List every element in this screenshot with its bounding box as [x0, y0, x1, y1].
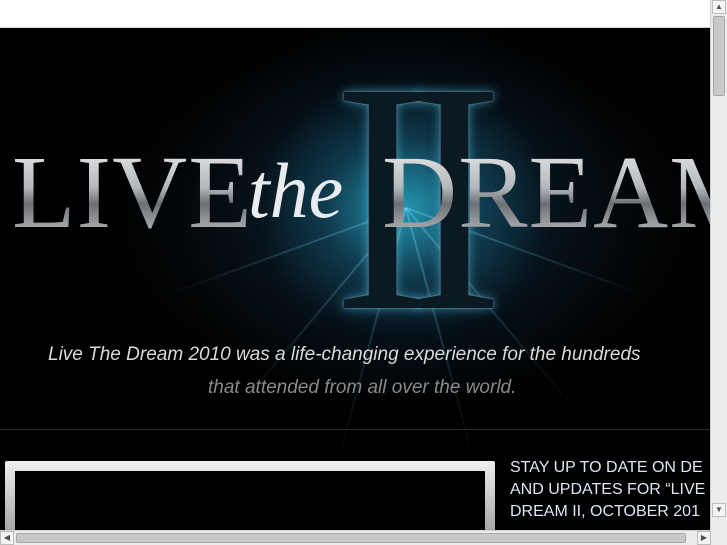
newsletter-promo: STAY UP TO DATE ON DE AND UPDATES FOR “L…	[503, 457, 711, 531]
title-word-the: the	[248, 147, 344, 234]
hero-banner: II LIVE the DREAM Live The Dream 2010 wa…	[0, 28, 711, 460]
video-player-screen[interactable]	[15, 471, 485, 531]
promo-line-1: STAY UP TO DATE ON DE	[510, 459, 703, 476]
scroll-left-icon[interactable]: ◀	[0, 531, 14, 545]
vertical-scroll-thumb[interactable]	[713, 16, 725, 96]
scroll-down-icon[interactable]: ▼	[712, 503, 726, 517]
title-word-live: LIVE	[12, 135, 253, 250]
title-word-dream: DREAM	[382, 138, 711, 248]
tagline-line-2: that attended from all over the world.	[208, 377, 517, 398]
scrollbar-corner	[711, 531, 727, 545]
scroll-up-icon[interactable]: ▲	[712, 0, 726, 14]
horizontal-scroll-thumb[interactable]	[16, 533, 686, 543]
page-viewport: II LIVE the DREAM Live The Dream 2010 wa…	[0, 28, 711, 531]
tagline-line-1: Live The Dream 2010 was a life-changing …	[48, 344, 641, 365]
promo-line-2: AND UPDATES FOR “LIVE	[510, 481, 706, 498]
video-player-frame[interactable]	[5, 461, 495, 531]
promo-line-3: DREAM II, OCTOBER 201	[510, 503, 700, 520]
vertical-scrollbar[interactable]: ▲ ▼	[710, 0, 727, 531]
browser-top-strip	[0, 0, 711, 28]
scroll-right-icon[interactable]: ▶	[697, 531, 711, 545]
horizontal-scrollbar[interactable]: ◀ ▶	[0, 530, 711, 545]
section-divider	[0, 429, 711, 430]
